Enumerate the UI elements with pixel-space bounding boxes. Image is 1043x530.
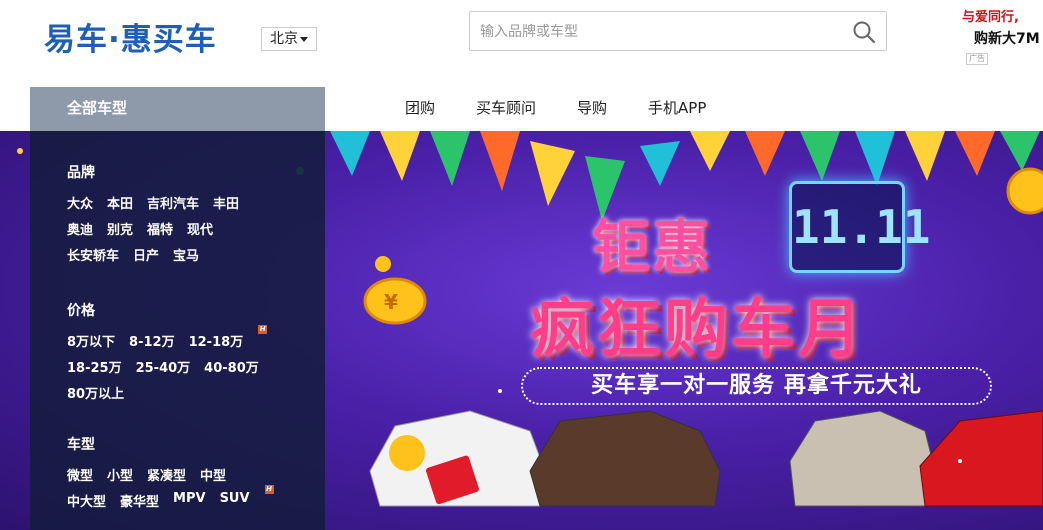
type-list: 微型 小型 紧凑型 中型 中大型 豪华型 MPV SUV H: [67, 465, 287, 517]
price-item[interactable]: 25-40万: [136, 357, 191, 376]
price-item[interactable]: 40-80万: [204, 357, 259, 376]
brand-item[interactable]: 日产: [133, 245, 159, 264]
type-item-hot[interactable]: SUV H: [219, 485, 274, 510]
type-item[interactable]: 中大型: [67, 491, 106, 510]
price-item-label: 12-18万: [188, 335, 244, 350]
type-item[interactable]: MPV: [173, 491, 206, 510]
price-section-title: 价格: [67, 303, 95, 319]
banner-headline-1: 钜惠: [592, 213, 713, 281]
type-section: 车型 微型 小型 紧凑型 中型 中大型 豪华型 MPV SUV H: [67, 434, 287, 517]
ad-text-line1: 与爱同行,: [962, 10, 1019, 25]
brand-item[interactable]: 大众: [67, 193, 93, 212]
type-item[interactable]: 紧凑型: [147, 465, 186, 484]
hot-badge: H: [264, 485, 274, 494]
price-list: 8万以下 8-12万 12-18万 H 18-25万 25-40万 40-80万 …: [67, 325, 287, 409]
category-sidemenu: 品牌 大众 本田 吉利汽车 丰田 奥迪 别克 福特 现代 长安轿车 日产 宝马 …: [30, 131, 325, 530]
type-item[interactable]: 小型: [107, 465, 133, 484]
city-selector[interactable]: 北京: [261, 27, 317, 51]
banner-headline-2: 疯狂购车月: [530, 293, 865, 367]
brand-item[interactable]: 吉利汽车: [147, 193, 199, 212]
brand-item[interactable]: 别克: [107, 219, 133, 238]
brand-section: 品牌 大众 本田 吉利汽车 丰田 奥迪 别克 福特 现代 长安轿车 日产 宝马: [67, 162, 287, 271]
price-item-hot[interactable]: 12-18万 H: [188, 325, 268, 350]
main-nav: 团购 买车顾问 导购 手机APP: [405, 87, 747, 131]
price-item[interactable]: 18-25万: [67, 357, 122, 376]
top-right-ad[interactable]: 与爱同行, 购新大7M 广告: [962, 6, 1043, 66]
brand-item[interactable]: 宝马: [173, 245, 199, 264]
banner-slogan: 买车享一对一服务 再拿千元大礼: [521, 367, 992, 405]
top-header: 易车·惠买车 北京 与爱同行, 购新大7M 广告: [0, 0, 1043, 87]
brand-item[interactable]: 现代: [187, 219, 213, 238]
brand-list: 大众 本田 吉利汽车 丰田 奥迪 别克 福特 现代 长安轿车 日产 宝马: [67, 193, 287, 271]
type-section-title: 车型: [67, 437, 95, 453]
svg-text:¥: ¥: [384, 290, 398, 314]
price-section: 价格 8万以下 8-12万 12-18万 H 18-25万 25-40万 40-8…: [67, 300, 287, 409]
type-item-label: SUV: [219, 491, 250, 506]
type-item[interactable]: 豪华型: [120, 491, 159, 510]
brand-section-title: 品牌: [67, 165, 95, 181]
brand-item[interactable]: 福特: [147, 219, 173, 238]
nav-mobile-app[interactable]: 手机APP: [648, 87, 706, 131]
all-models-tab[interactable]: 全部车型: [30, 87, 325, 131]
brand-item[interactable]: 长安轿车: [67, 245, 119, 264]
search-box: [469, 11, 887, 51]
search-input[interactable]: [480, 20, 840, 44]
brand-item[interactable]: 奥迪: [67, 219, 93, 238]
site-logo[interactable]: 易车·惠买车: [44, 14, 217, 59]
price-item[interactable]: 80万以上: [67, 383, 124, 402]
nav-car-advisor[interactable]: 买车顾问: [476, 87, 536, 131]
brand-item[interactable]: 本田: [107, 193, 133, 212]
ad-tag: 广告: [966, 53, 988, 65]
city-label: 北京: [270, 31, 298, 47]
banner-date-badge: 11.11: [789, 181, 930, 273]
type-item[interactable]: 中型: [200, 465, 226, 484]
nav-shopping-guide[interactable]: 导购: [577, 87, 607, 131]
price-item[interactable]: 8-12万: [129, 331, 175, 350]
hot-badge: H: [258, 325, 268, 334]
chevron-down-icon: [300, 37, 308, 42]
type-item[interactable]: 微型: [67, 465, 93, 484]
brand-item[interactable]: 丰田: [213, 193, 239, 212]
search-icon[interactable]: [852, 20, 876, 44]
nav-group-buy[interactable]: 团购: [405, 87, 435, 131]
price-item[interactable]: 8万以下: [67, 331, 115, 350]
ad-text-line2: 购新大7M: [974, 31, 1040, 47]
